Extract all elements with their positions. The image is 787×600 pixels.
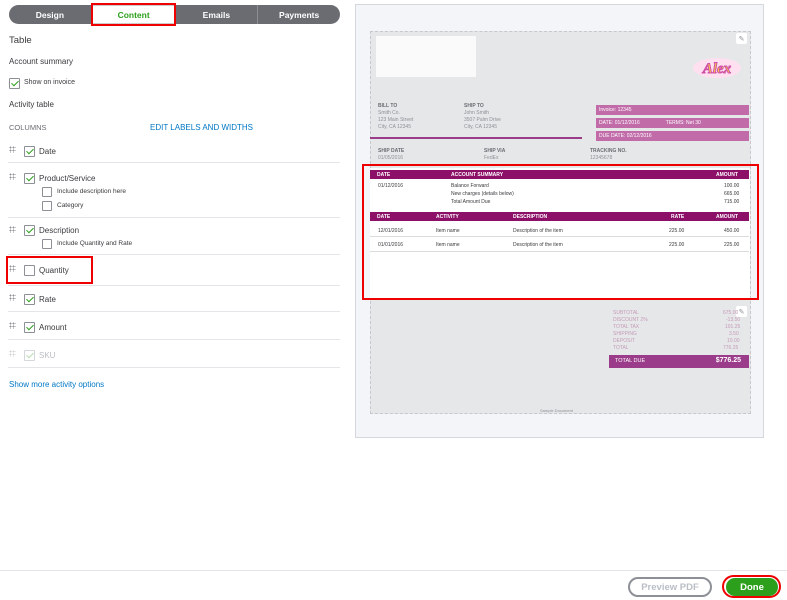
bill-to-line: Smith Co. [378,110,400,116]
content-tab-highlight [91,3,176,26]
total-label: TOTAL TAX [613,324,640,330]
due-date-bar: DUE DATE: 02/12/2016 [596,131,749,141]
total-label: DISCOUNT 2% [613,317,648,323]
total-label: DEPOSIT [613,338,635,344]
total-label: SHIPPING [613,331,637,337]
total-value: 3.50 [729,331,739,337]
divider-line [370,137,582,139]
account-summary-label: Account summary [9,57,74,66]
date-checkbox[interactable] [24,146,35,157]
drag-handle-icon[interactable] [9,322,16,331]
logo-placeholder[interactable] [376,36,476,77]
activity-table-label: Activity table [9,100,54,109]
show-on-invoice-checkbox[interactable] [9,78,20,89]
include-description-checkbox[interactable] [42,187,52,197]
total-label: SUBTOTAL [613,310,639,316]
edit-pencil-icon[interactable]: ✎ [736,33,747,44]
show-more-options-link[interactable]: Show more activity options [9,380,104,389]
total-value: -13.50 [726,317,741,323]
ship-via-value: FedEx [484,155,499,161]
tab-design[interactable]: Design [9,5,92,24]
total-due-bar: TOTAL DUE $776.25 [609,355,749,368]
logo-text: Alex [702,61,732,77]
show-on-invoice-label: Show on invoice [24,79,75,86]
invoice-number-bar: Invoice: 12345 [596,105,749,115]
drag-handle-icon[interactable] [9,294,16,303]
sku-label: SKU [39,351,56,360]
drag-handle-icon[interactable] [9,226,16,235]
drag-handle-icon[interactable] [9,146,16,155]
rate-checkbox[interactable] [24,294,35,305]
quantity-highlight [6,256,93,284]
drag-handle-icon [9,350,16,359]
amount-label: Amount [39,323,67,332]
total-value: 675.00 [723,310,739,316]
rate-label: Rate [39,295,56,304]
ship-to-label: SHIP TO [464,103,484,109]
include-description-label: Include description here [57,188,127,195]
tracking-label: TRACKING NO. [590,148,627,154]
tracking-value: 12345678 [590,155,613,161]
edit-labels-link[interactable]: EDIT LABELS AND WIDTHS [150,123,253,132]
product-service-label: Product/Service [39,174,96,183]
include-qty-rate-checkbox[interactable] [42,239,52,249]
total-due-label: TOTAL DUE [615,358,646,364]
footer-note: Sample Document [540,408,573,413]
tab-emails[interactable]: Emails [176,5,259,24]
drag-handle-icon[interactable] [9,173,16,182]
category-label: Category [57,202,84,209]
total-value: 101.25 [725,324,741,330]
product-service-checkbox[interactable] [24,173,35,184]
invoice-date: DATE: 01/12/2016 [599,120,640,126]
ship-date-value: 01/05/2016 [378,155,404,161]
include-qty-rate-label: Include Quantity and Rate [57,240,133,247]
activity-table-highlight [362,164,759,300]
description-label: Description [39,226,80,235]
bill-to-label: BILL TO [378,103,398,109]
category-checkbox[interactable] [42,201,52,211]
total-value: 10.00 [727,338,740,344]
ship-via-label: SHIP VIA [484,148,506,154]
columns-label: COLUMNS [9,123,47,132]
date-column-label: Date [39,147,56,156]
preview-pdf-button[interactable]: Preview PDF [628,577,712,597]
bill-to-line: 123 Main Street [378,117,414,123]
sku-checkbox [24,350,35,361]
ship-to-line: 3507 Palm Drive [464,117,501,123]
date-terms-bar: DATE: 01/12/2016 TERMS: Net 30 [596,118,749,128]
table-heading: Table [9,35,32,46]
total-due-value: $776.25 [715,357,741,364]
amount-checkbox[interactable] [24,322,35,333]
ship-to-line: City, CA 12345 [464,124,497,130]
tab-payments[interactable]: Payments [258,5,340,24]
ship-date-label: SHIP DATE [378,148,405,154]
description-checkbox[interactable] [24,225,35,236]
total-label: TOTAL [613,345,629,351]
invoice-terms: TERMS: Net 30 [665,120,701,126]
bill-to-line: City, CA 12345 [378,124,411,130]
ship-to-line: John Smith [464,110,490,116]
total-value: 776.25 [723,345,739,351]
alex-logo: Alex [693,58,741,78]
done-highlight [722,575,781,598]
